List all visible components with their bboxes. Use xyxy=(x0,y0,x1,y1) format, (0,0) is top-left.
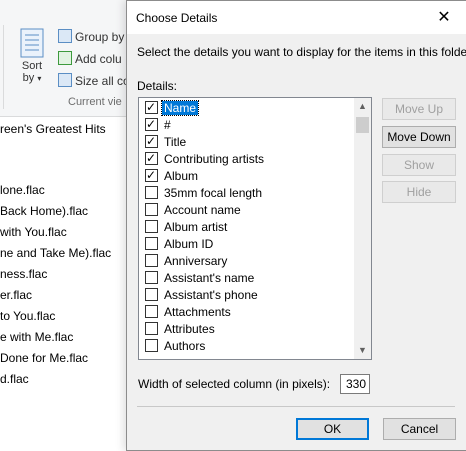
size-all-label: Size all co xyxy=(75,74,130,88)
column-width-label: Width of selected column (in pixels): xyxy=(138,377,331,391)
details-item-label: Account name xyxy=(164,203,241,217)
checkbox[interactable] xyxy=(145,288,158,301)
details-item-label: Assistant's phone xyxy=(164,288,258,302)
chevron-down-icon: ▾ xyxy=(37,74,42,83)
details-list[interactable]: Name # Title Contributing artists Album 35mm … xyxy=(138,97,372,360)
group-by-button[interactable]: Group by xyxy=(58,29,124,45)
details-item-label: Album artist xyxy=(164,220,228,234)
details-list-item[interactable]: Assistant's phone xyxy=(145,287,260,304)
ribbon-separator xyxy=(3,25,4,109)
file-item[interactable]: e with Me.flac xyxy=(0,330,73,344)
details-list-item[interactable]: Name xyxy=(145,99,200,117)
checkbox-checked[interactable] xyxy=(145,99,158,116)
file-item[interactable]: Done for Me.flac xyxy=(0,351,88,365)
details-item-label: Attributes xyxy=(164,322,215,336)
file-item[interactable]: ness.flac xyxy=(0,267,47,281)
add-columns-icon xyxy=(58,51,72,65)
hide-button[interactable]: Hide xyxy=(382,181,456,203)
dialog-divider xyxy=(137,406,455,407)
details-list-item[interactable]: Album xyxy=(145,167,200,185)
details-list-item[interactable]: 35mm focal length xyxy=(145,185,264,202)
move-down-button[interactable]: Move Down xyxy=(382,126,456,148)
add-columns-button[interactable]: Add colu xyxy=(58,51,122,67)
dialog-title: Choose Details xyxy=(136,11,218,25)
close-icon[interactable]: ✕ xyxy=(422,1,466,34)
details-list-item[interactable]: # xyxy=(145,116,173,134)
checkbox-checked[interactable] xyxy=(145,116,158,133)
file-item[interactable]: with You.flac xyxy=(0,225,67,239)
details-list-item[interactable]: Authors xyxy=(145,338,207,355)
add-columns-label: Add colu xyxy=(75,52,122,66)
checkbox-checked[interactable] xyxy=(145,150,158,167)
size-columns-icon xyxy=(58,73,72,87)
checkbox[interactable] xyxy=(145,237,158,250)
choose-details-dialog: Choose Details ✕ Select the details you … xyxy=(126,0,466,451)
list-scrollbar[interactable]: ▲ ▼ xyxy=(354,98,371,359)
details-item-label: Contributing artists xyxy=(164,152,265,166)
show-button[interactable]: Show xyxy=(382,154,456,176)
file-item[interactable]: lone.flac xyxy=(0,183,45,197)
checkbox[interactable] xyxy=(145,305,158,318)
checkbox-checked[interactable] xyxy=(145,167,158,184)
sort-label: Sort xyxy=(21,60,43,72)
details-list-item[interactable]: Attributes xyxy=(145,321,217,338)
details-list-item[interactable]: Attachments xyxy=(145,304,233,321)
column-width-input[interactable]: 330 xyxy=(340,374,370,394)
sort-by-label: by ▾ xyxy=(22,72,42,84)
details-list-item[interactable]: Anniversary xyxy=(145,253,229,270)
details-list-item[interactable]: Title xyxy=(145,133,188,151)
file-item[interactable]: ne and Take Me).flac xyxy=(0,246,111,260)
details-list-item[interactable]: Contributing artists xyxy=(145,150,266,168)
instructions-text: Select the details you want to display f… xyxy=(137,45,466,59)
scroll-down-icon[interactable]: ▼ xyxy=(354,342,371,359)
file-item[interactable]: d.flac xyxy=(0,372,29,386)
ok-button[interactable]: OK xyxy=(296,418,369,440)
scroll-thumb[interactable] xyxy=(356,117,369,133)
checkbox[interactable] xyxy=(145,186,158,199)
current-view-group-label: Current vie xyxy=(68,96,122,108)
file-item[interactable]: to You.flac xyxy=(0,309,55,323)
group-by-label: Group by xyxy=(75,30,125,44)
checkbox[interactable] xyxy=(145,220,158,233)
dialog-titlebar: Choose Details ✕ xyxy=(127,1,466,34)
group-by-icon xyxy=(58,29,72,43)
file-item[interactable]: er.flac xyxy=(0,288,32,302)
details-item-label: Album ID xyxy=(164,237,214,251)
details-list-item[interactable]: Assistant's name xyxy=(145,270,256,287)
details-item-label: Anniversary xyxy=(164,254,228,268)
details-item-label: # xyxy=(164,118,171,132)
details-item-label: Title xyxy=(164,135,187,149)
details-item-label: Attachments xyxy=(164,305,231,319)
details-list-item[interactable]: Album ID xyxy=(145,236,215,253)
details-item-label: Name xyxy=(160,100,200,116)
scroll-up-icon[interactable]: ▲ xyxy=(354,98,371,115)
size-all-columns-button[interactable]: Size all co xyxy=(58,73,130,89)
details-item-label: Authors xyxy=(164,339,206,353)
cancel-button[interactable]: Cancel xyxy=(383,418,456,440)
details-label: Details: xyxy=(137,79,178,93)
checkbox[interactable] xyxy=(145,322,158,335)
checkbox[interactable] xyxy=(145,339,158,352)
details-list-item[interactable]: Album artist xyxy=(145,219,229,236)
folder-title: reen's Greatest Hits xyxy=(0,122,106,136)
file-item[interactable]: Back Home).flac xyxy=(0,204,88,218)
details-item-label: 35mm focal length xyxy=(164,186,263,200)
details-item-label: Assistant's name xyxy=(164,271,255,285)
sort-icon xyxy=(20,28,44,58)
sort-by-button[interactable]: Sort by ▾ xyxy=(14,28,50,85)
details-list-item[interactable]: Account name xyxy=(145,202,243,219)
checkbox[interactable] xyxy=(145,203,158,216)
move-up-button[interactable]: Move Up xyxy=(382,98,456,120)
checkbox-checked[interactable] xyxy=(145,133,158,150)
checkbox[interactable] xyxy=(145,271,158,284)
checkbox[interactable] xyxy=(145,254,158,267)
details-item-label: Album xyxy=(164,169,199,183)
